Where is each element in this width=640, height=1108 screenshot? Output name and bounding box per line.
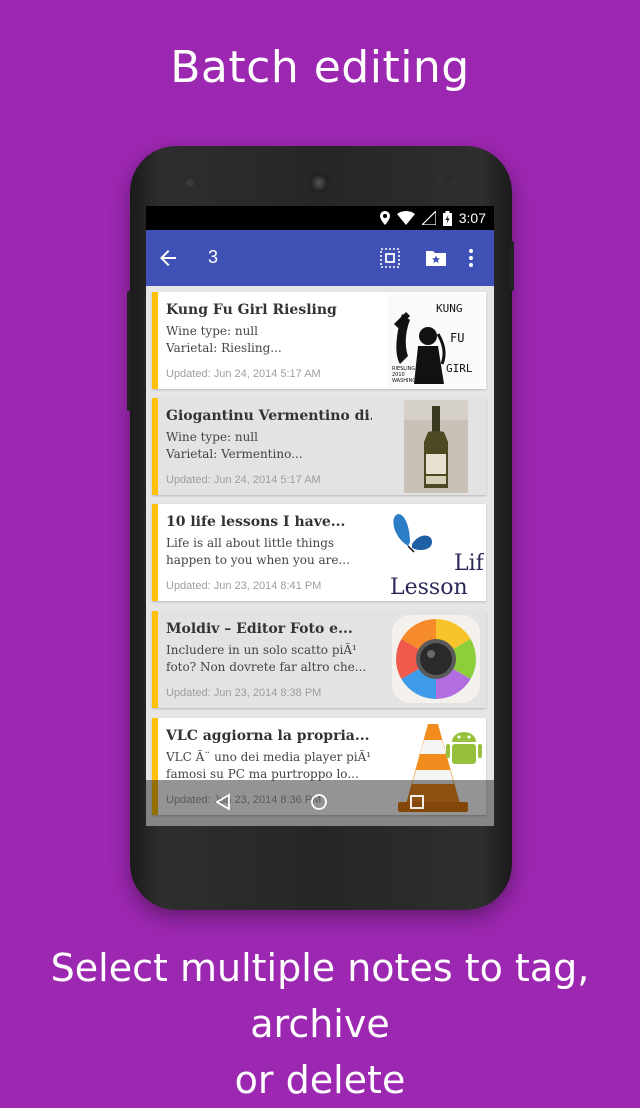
note-snippet: Life is all about little things — [166, 536, 335, 550]
earpiece-speaker — [309, 173, 329, 193]
selected-count: 3 — [208, 247, 219, 267]
overflow-menu-icon[interactable] — [459, 246, 483, 270]
note-color-stripe — [152, 398, 158, 495]
note-title: Giogantinu Vermentino di... — [166, 408, 372, 424]
note-card[interactable]: Kung Fu Girl Riesling Wine type: null Va… — [152, 292, 486, 389]
butterfly-thumbnail: Lif Lesson — [388, 506, 484, 599]
note-snippet: Wine type: null — [166, 430, 258, 444]
status-time: 3:07 — [458, 210, 486, 226]
wifi-icon — [396, 211, 415, 225]
front-camera — [186, 179, 194, 187]
thumb-text: WASHINGTON STATE — [392, 378, 443, 384]
promo-subline-line: Select multiple notes to tag, archive — [50, 946, 590, 1046]
volume-button — [127, 291, 131, 411]
note-color-stripe — [152, 504, 158, 601]
status-bar: 3:07 — [146, 206, 494, 230]
note-updated-date: Updated: Jun 23, 2014 8:41 PM — [166, 580, 322, 592]
thumb-text: Lesson — [390, 575, 468, 599]
power-button — [510, 241, 514, 291]
sensor — [437, 179, 443, 185]
wine-label-thumbnail: KUNG FU GIRL RIESLING 2010 WASHINGTON ST… — [388, 294, 484, 387]
folder-star-icon[interactable] — [424, 246, 448, 270]
note-snippet: Wine type: null — [166, 324, 258, 338]
note-card[interactable]: Moldiv – Editor Foto e... Includere in u… — [152, 611, 486, 708]
note-card[interactable]: 10 life lessons I have... Life is all ab… — [152, 504, 486, 601]
note-color-stripe — [152, 611, 158, 708]
note-title: Moldiv – Editor Foto e... — [166, 621, 353, 637]
wine-bottle-thumbnail — [388, 400, 484, 493]
note-snippet: Varietal: Riesling... — [166, 341, 282, 355]
thumb-text: FU — [450, 331, 464, 345]
note-title: 10 life lessons I have... — [166, 514, 346, 530]
nav-recents-icon[interactable] — [408, 793, 426, 811]
note-updated-date: Updated: Jun 24, 2014 5:17 AM — [166, 368, 321, 380]
note-snippet: famosi su PC ma purtroppo lo... — [166, 767, 359, 781]
phone-screen: 3:07 3 Kung Fu Girl Riesling Wine type: … — [146, 206, 494, 826]
nav-back-icon[interactable] — [214, 793, 232, 811]
note-snippet: Includere in un solo scatto piÃ¹ — [166, 643, 357, 657]
signal-icon — [421, 211, 436, 225]
note-snippet: Varietal: Vermentino... — [166, 447, 303, 461]
note-snippet: foto? Non dovrete far altro che... — [166, 660, 367, 674]
note-snippet: happen to you when you are... — [166, 553, 350, 567]
note-card[interactable]: Giogantinu Vermentino di... Wine type: n… — [152, 398, 486, 495]
note-snippet: VLC Ã¨ uno dei media player piÃ¹ — [166, 750, 372, 764]
select-all-icon[interactable] — [378, 246, 402, 270]
selection-app-bar: 3 — [146, 230, 494, 286]
promo-subline: Select multiple notes to tag, archive or… — [0, 940, 640, 1108]
promo-subline-line: or delete — [234, 1058, 406, 1102]
battery-icon — [442, 210, 452, 226]
promo-headline: Batch editing — [170, 42, 470, 93]
moldiv-app-icon-thumbnail — [388, 613, 484, 706]
note-color-stripe — [152, 292, 158, 389]
sensor — [450, 179, 456, 185]
thumb-text: Lif — [454, 551, 484, 576]
back-arrow-icon[interactable] — [156, 246, 180, 270]
thumb-text: KUNG — [436, 302, 463, 315]
thumb-text: GIRL — [446, 362, 473, 375]
location-icon — [379, 211, 390, 225]
note-title: VLC aggiorna la propria... — [166, 728, 370, 744]
note-updated-date: Updated: Jun 24, 2014 5:17 AM — [166, 474, 321, 486]
navigation-bar — [146, 780, 494, 826]
nav-home-icon[interactable] — [310, 793, 328, 811]
note-title: Kung Fu Girl Riesling — [166, 302, 337, 318]
note-updated-date: Updated: Jun 23, 2014 8:38 PM — [166, 687, 322, 699]
